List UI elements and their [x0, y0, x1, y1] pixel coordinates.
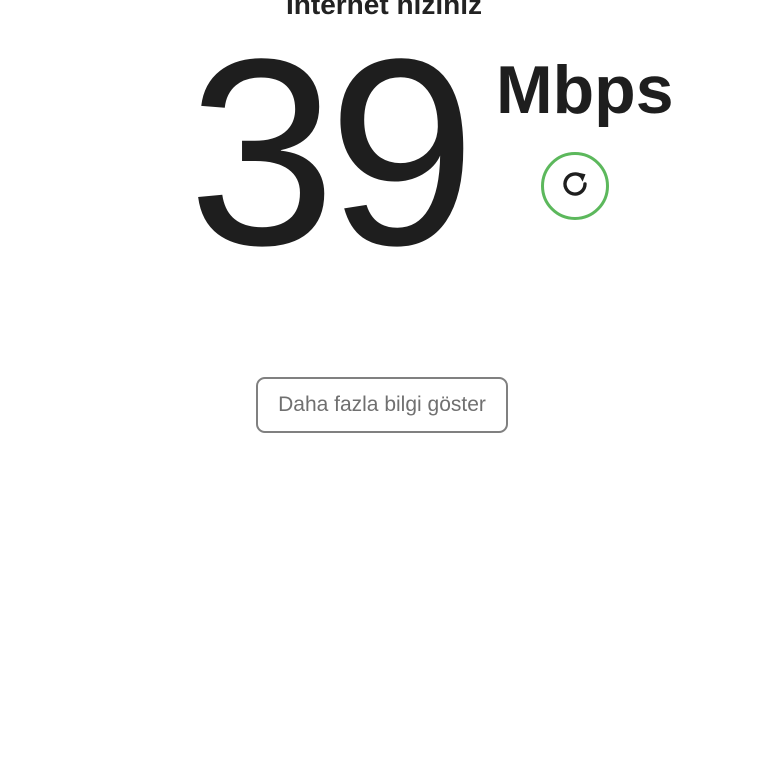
speed-unit: Mbps	[496, 52, 674, 128]
speed-value: 39	[188, 4, 476, 301]
refresh-icon	[557, 166, 593, 207]
refresh-button[interactable]	[541, 152, 609, 220]
more-info-button[interactable]: Daha fazla bilgi göster	[256, 377, 508, 433]
